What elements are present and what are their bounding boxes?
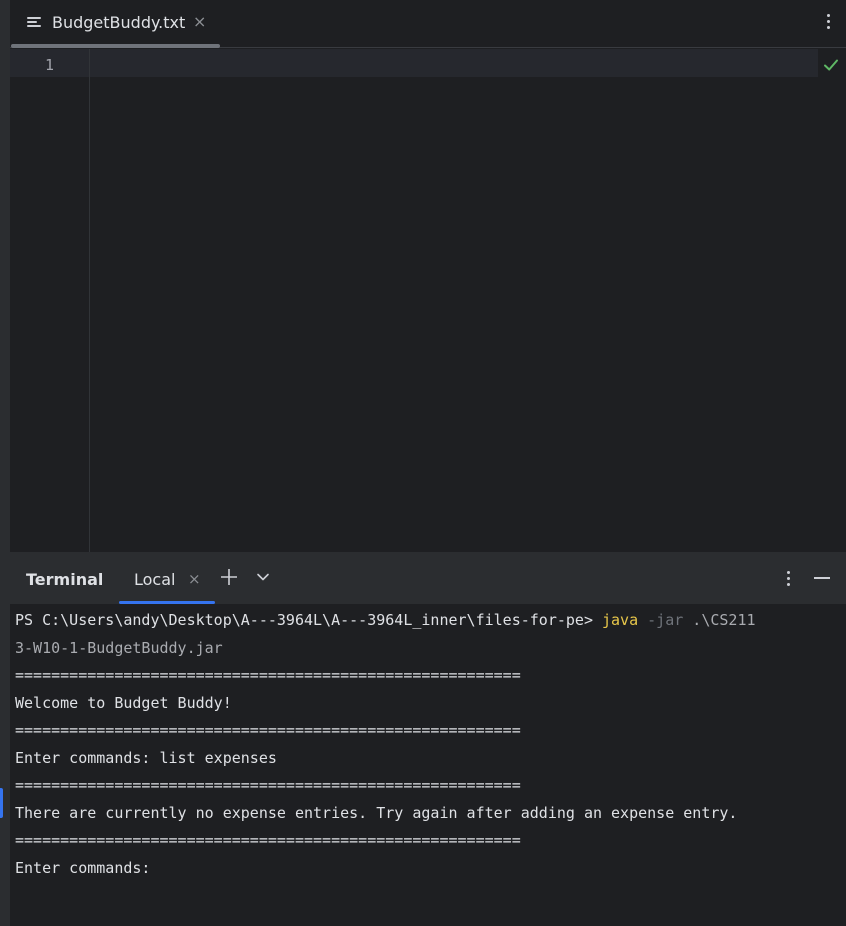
terminal-tab-local[interactable]: Local × [119, 552, 215, 604]
text-file-icon [27, 16, 43, 30]
terminal-line: 3-W10-1-BudgetBuddy.jar [15, 638, 223, 657]
editor-pane: BudgetBuddy.txt × 1 [10, 0, 846, 552]
command-flag: -jar [638, 611, 684, 629]
file-tab-budgetbuddy[interactable]: BudgetBuddy.txt × [10, 0, 220, 48]
more-options-icon[interactable] [786, 569, 792, 589]
active-tool-marker [0, 788, 3, 818]
terminal-line: ========================================… [15, 721, 521, 739]
terminal-line: ========================================… [15, 776, 521, 794]
terminal-panel: Terminal Local × PS C:\Users\andy\Deskto… [10, 552, 846, 926]
terminal-line: Enter commands: list expenses [15, 748, 277, 767]
check-icon[interactable] [822, 56, 840, 74]
left-tool-strip [0, 0, 10, 926]
ide-window: BudgetBuddy.txt × 1 Terminal Local × PS … [0, 0, 846, 926]
editor-tab-bar: BudgetBuddy.txt × [10, 0, 846, 48]
terminal-line: ========================================… [15, 666, 521, 684]
command-keyword: java [602, 611, 639, 629]
terminal-header: Terminal Local × [10, 552, 846, 604]
plus-icon[interactable] [220, 568, 238, 586]
minimize-icon[interactable] [814, 577, 830, 579]
close-icon[interactable]: × [193, 12, 206, 31]
terminal-line: ========================================… [15, 831, 521, 849]
terminal-tab-label: Local [134, 570, 176, 589]
terminal-input-line[interactable]: Enter commands: [15, 855, 841, 883]
command-argument: .\CS211 [683, 611, 756, 629]
close-icon[interactable]: × [188, 570, 201, 588]
shell-prompt: PS C:\Users\andy\Desktop\A---3964L\A---3… [15, 611, 602, 629]
terminal-title: Terminal [26, 570, 104, 589]
more-options-icon[interactable] [826, 12, 832, 32]
terminal-line: There are currently no expense entries. … [15, 803, 738, 822]
current-line-highlight [10, 49, 818, 77]
terminal-line: Welcome to Budget Buddy! [15, 693, 232, 712]
terminal-line: PS C:\Users\andy\Desktop\A---3964L\A---3… [15, 607, 841, 635]
editor-text-area[interactable] [91, 77, 846, 552]
line-number: 1 [44, 56, 54, 74]
active-tab-underline [119, 601, 215, 604]
file-tab-title: BudgetBuddy.txt [52, 13, 186, 32]
terminal-output[interactable]: PS C:\Users\andy\Desktop\A---3964L\A---3… [15, 607, 841, 882]
line-number-gutter: 1 [10, 49, 90, 552]
tab-scroll-indicator [11, 44, 220, 48]
chevron-down-icon[interactable] [256, 570, 270, 584]
